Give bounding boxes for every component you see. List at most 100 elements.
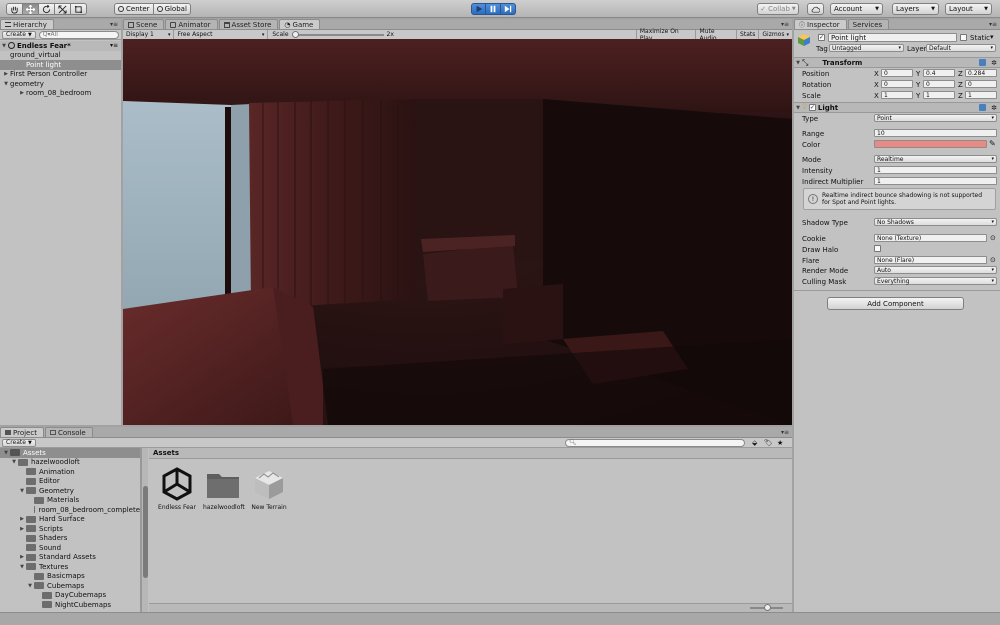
indirect-field[interactable]: 1 <box>874 177 997 185</box>
tab-game[interactable]: ◔ Game <box>279 19 321 29</box>
expand-arrow-icon[interactable]: ▼ <box>2 81 10 87</box>
light-enabled-checkbox[interactable]: ✓ <box>808 104 816 111</box>
rotation-x-field[interactable]: 0 <box>881 80 913 88</box>
global-space-button[interactable]: Global <box>153 3 191 15</box>
scale-tool-button[interactable] <box>55 3 71 15</box>
scale-slider-knob[interactable] <box>291 30 299 38</box>
list-item[interactable]: Editor <box>0 477 140 487</box>
tab-hierarchy[interactable]: Hierarchy <box>0 19 54 29</box>
project-search-input[interactable]: 🔍︎ <box>565 438 745 447</box>
position-x-field[interactable]: 0 <box>881 69 913 77</box>
flare-field[interactable]: None (Flare) <box>874 256 987 264</box>
display-dropdown[interactable]: Display 1 ▾ <box>123 30 175 39</box>
help-book-icon[interactable] <box>979 104 986 111</box>
move-tool-button[interactable] <box>23 3 39 15</box>
list-item[interactable]: Materials <box>0 496 140 506</box>
eyedropper-icon[interactable]: ✎ <box>989 139 996 148</box>
rect-tool-button[interactable] <box>71 3 87 15</box>
scene-menu-icon[interactable]: ▾≡ <box>110 42 118 49</box>
list-item[interactable]: Animation <box>0 467 140 477</box>
collab-dropdown[interactable]: ✓ Collab ▼ <box>757 3 799 15</box>
scale-slider[interactable] <box>291 30 384 38</box>
list-item[interactable]: ▶ room_08_bedroom <box>0 89 121 99</box>
intensity-field[interactable]: 1 <box>874 166 997 174</box>
list-item[interactable]: Basicmaps <box>0 572 140 582</box>
account-dropdown[interactable]: Account ▼ <box>830 3 883 15</box>
star-icon[interactable]: ★ <box>777 439 783 447</box>
list-item[interactable]: room_08_bedroom_complete <box>0 505 140 515</box>
list-item[interactable]: ▼ hazelwoodloft <box>0 458 140 468</box>
play-button[interactable] <box>471 3 486 15</box>
expand-arrow-icon[interactable]: ▼ <box>26 583 34 589</box>
gear-icon[interactable]: ✲ <box>991 59 997 67</box>
list-item[interactable]: DayCubemaps <box>0 591 140 601</box>
expand-arrow-icon[interactable]: ▼ <box>794 60 802 66</box>
pause-button[interactable] <box>486 3 501 15</box>
list-item[interactable]: ▼ geometry <box>0 79 121 89</box>
scale-x-field[interactable]: 1 <box>881 91 913 99</box>
mode-dropdown[interactable]: Realtime ▾ <box>874 155 997 163</box>
hand-tool-button[interactable] <box>6 3 23 15</box>
list-item[interactable]: ground_virtual <box>0 51 121 61</box>
list-item[interactable]: Sound <box>0 543 140 553</box>
expand-arrow-icon[interactable]: ▼ <box>18 564 26 570</box>
active-checkbox[interactable]: ✓ <box>818 34 825 41</box>
chevron-down-icon[interactable]: ▾ <box>990 33 994 41</box>
cloud-services-button[interactable] <box>807 3 824 15</box>
tab-asset-store[interactable]: Asset Store <box>218 19 279 29</box>
layout-dropdown[interactable]: Layout ▼ <box>945 3 992 15</box>
expand-arrow-icon[interactable]: ▶ <box>18 90 26 96</box>
asset-item[interactable]: hazelwoodloft <box>203 466 245 511</box>
panel-menu-icon[interactable]: ▾≡ <box>781 429 789 436</box>
list-item[interactable]: ▼ Geometry <box>0 486 140 496</box>
mute-audio-toggle[interactable]: Mute Audio <box>695 28 736 42</box>
expand-arrow-icon[interactable]: ▼ <box>18 488 26 494</box>
pivot-center-button[interactable]: Center <box>114 3 154 15</box>
tab-services[interactable]: Services <box>847 19 890 29</box>
rotation-y-field[interactable]: 0 <box>923 80 955 88</box>
add-component-button[interactable]: Add Component <box>827 297 964 310</box>
list-item[interactable]: ▼ Textures <box>0 562 140 572</box>
list-item[interactable]: ▼ Assets <box>0 448 140 458</box>
draw-halo-checkbox[interactable] <box>874 245 881 252</box>
tag-dropdown[interactable]: Untagged ▾ <box>829 44 904 52</box>
expand-arrow-icon[interactable]: ▶ <box>2 71 10 77</box>
object-picker-icon[interactable]: ⊙ <box>990 234 996 242</box>
project-create-dropdown[interactable]: Create ▼ <box>2 438 36 447</box>
icon-size-slider-knob[interactable] <box>764 604 771 611</box>
scene-row[interactable]: ▼ Endless Fear* ▾≡ <box>0 41 121 51</box>
list-item[interactable]: ▶ Scripts <box>0 524 140 534</box>
light-header[interactable]: ▼ 💡︎ ✓ Light ✲ <box>794 102 1000 113</box>
cookie-field[interactable]: None (Texture) <box>874 234 987 242</box>
render-mode-dropdown[interactable]: Auto ▾ <box>874 266 997 274</box>
gizmos-dropdown[interactable]: Gizmos ▾ <box>758 30 792 39</box>
light-type-dropdown[interactable]: Point ▾ <box>874 114 997 122</box>
maximize-on-play-toggle[interactable]: Maximize On Play <box>635 28 696 42</box>
breadcrumb-item[interactable]: Assets <box>153 449 179 457</box>
panel-menu-icon[interactable]: ▾≡ <box>110 21 118 28</box>
static-checkbox[interactable] <box>960 34 967 41</box>
game-viewport[interactable] <box>123 39 792 425</box>
expand-arrow-icon[interactable]: ▶ <box>18 516 26 522</box>
filter-type-icon[interactable]: ⬙ <box>752 439 757 447</box>
object-picker-icon[interactable]: ⊙ <box>990 256 996 264</box>
scale-z-field[interactable]: 1 <box>965 91 997 99</box>
list-item[interactable]: NightCubemaps <box>0 600 140 610</box>
rotation-z-field[interactable]: 0 <box>965 80 997 88</box>
expand-arrow-icon[interactable]: ▼ <box>794 105 802 111</box>
panel-menu-icon[interactable]: ▾≡ <box>989 21 997 28</box>
asset-item[interactable]: New Terrain <box>249 466 289 511</box>
list-item[interactable]: Point light <box>0 60 121 70</box>
create-dropdown[interactable]: Create ▼ <box>2 30 36 39</box>
color-swatch[interactable] <box>874 140 987 148</box>
layers-dropdown[interactable]: Layers ▼ <box>892 3 939 15</box>
list-item[interactable]: ▶ First Person Controller <box>0 70 121 80</box>
culling-mask-dropdown[interactable]: Everything ▾ <box>874 277 997 285</box>
expand-arrow-icon[interactable]: ▼ <box>10 459 18 465</box>
transform-header[interactable]: ▼ ⤡ Transform ✲ <box>794 57 1000 68</box>
stats-toggle[interactable]: Stats <box>736 30 758 39</box>
expand-arrow-icon[interactable]: ▶ <box>18 554 26 560</box>
tab-scene[interactable]: Scene <box>123 19 165 29</box>
panel-menu-icon[interactable]: ▾≡ <box>781 21 789 28</box>
asset-item[interactable]: Endless Fear <box>157 466 197 511</box>
